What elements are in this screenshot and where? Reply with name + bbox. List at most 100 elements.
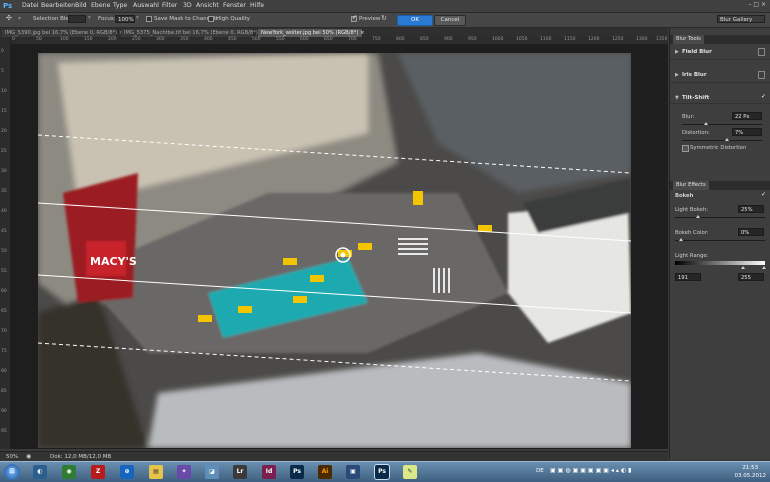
save-mask-checkbox[interactable]: [146, 16, 152, 22]
blur-value-field[interactable]: 22 Px: [732, 112, 762, 120]
menu-fenster[interactable]: Fenster: [223, 2, 246, 9]
menu-filter[interactable]: Filter: [162, 2, 177, 9]
menu-hilfe[interactable]: Hilfe: [250, 2, 264, 9]
status-info-icon[interactable]: ◉: [26, 453, 31, 460]
ruler-left-tick: 75: [1, 349, 7, 354]
ruler-left-tick: 15: [1, 109, 7, 114]
distortion-slider-thumb[interactable]: [725, 138, 729, 141]
focus-field[interactable]: 100%: [115, 15, 135, 23]
app-icon-3[interactable]: ◪: [205, 465, 219, 479]
photoshop-icon[interactable]: Ps: [290, 465, 304, 479]
filezilla-icon[interactable]: Z: [91, 465, 105, 479]
menu-type[interactable]: Type: [113, 2, 127, 9]
menu-3d[interactable]: 3D: [183, 2, 192, 9]
collapsed-triangle-icon: ▶: [675, 49, 679, 55]
menu-bild[interactable]: Bild: [75, 2, 87, 9]
ruler-top-tick: 1350: [656, 37, 668, 42]
ruler-top: 0 50 100 150 200 250 300 350 400 450 500…: [10, 37, 668, 45]
blur-tools-header: Blur Tools: [670, 35, 770, 44]
start-button-icon[interactable]: ⊞: [4, 464, 20, 480]
high-quality-checkbox[interactable]: [208, 16, 214, 22]
macys-sign-text: MACY'S: [90, 255, 137, 268]
app-icon-2[interactable]: ✦: [177, 465, 191, 479]
app-icon-1[interactable]: ◐: [33, 465, 47, 479]
field-blur-label: Field Blur: [682, 49, 712, 55]
language-indicator[interactable]: DE: [536, 468, 544, 474]
tab-newyork[interactable]: NewYork_wolter.jpg bei 50% (RGB/8*) ×: [258, 29, 364, 37]
bokeh-color-value-field[interactable]: 0%: [738, 228, 764, 236]
cancel-button[interactable]: Cancel: [434, 15, 466, 26]
light-bokeh-slider-thumb[interactable]: [696, 215, 700, 218]
focus-dropdown-icon[interactable]: ▾: [136, 15, 139, 21]
blur-slider-thumb[interactable]: [704, 122, 708, 125]
toggle-box-icon[interactable]: [758, 48, 765, 56]
bokeh-color-slider-thumb[interactable]: [679, 238, 683, 241]
distortion-value-field[interactable]: 7%: [732, 128, 762, 136]
app-icon-4[interactable]: ▣: [346, 465, 360, 479]
ok-button[interactable]: OK: [397, 15, 433, 26]
light-range-gradient[interactable]: [675, 261, 765, 265]
ruler-top-tick: 500: [252, 37, 261, 42]
light-bokeh-slider-track[interactable]: [675, 217, 765, 218]
enabled-check-icon[interactable]: ✓: [761, 93, 766, 100]
ruler-top-tick: 400: [204, 37, 213, 42]
zoom-level[interactable]: 50%: [6, 454, 18, 460]
selection-bleed-field[interactable]: [68, 15, 86, 23]
indesign-icon[interactable]: Id: [262, 465, 276, 479]
menu-auswahl[interactable]: Auswahl: [133, 2, 159, 9]
photoshop-active-icon[interactable]: Ps: [375, 465, 389, 479]
tool-dropdown-icon[interactable]: ▾: [18, 15, 21, 22]
light-range-min-field[interactable]: 191: [675, 273, 701, 281]
bokeh-color-label: Bokeh Color:: [675, 230, 709, 236]
window-controls[interactable]: – □ ×: [748, 1, 766, 8]
distortion-slider-track[interactable]: [682, 140, 762, 141]
lightroom-icon[interactable]: Lr: [233, 465, 247, 479]
blur-tool-icon[interactable]: ✣: [6, 14, 12, 22]
light-bokeh-value-field[interactable]: 25%: [738, 205, 764, 213]
bokeh-enabled-check-icon[interactable]: ✓: [761, 191, 766, 198]
light-range-max-thumb[interactable]: [762, 266, 766, 269]
ruler-top-tick: 1150: [564, 37, 576, 42]
blur-effects-tab[interactable]: Blur Effects: [673, 181, 709, 190]
ruler-left-tick: 0: [1, 49, 4, 54]
explorer-icon[interactable]: ▤: [149, 465, 163, 479]
blur-tools-tab[interactable]: Blur Tools: [673, 35, 704, 44]
preview-checkbox[interactable]: ✓: [351, 14, 357, 22]
tray-icons[interactable]: ▣▣◍▣▣▣▣▣◂▴◐▮: [550, 467, 633, 474]
symmetric-distortion-checkbox[interactable]: [682, 145, 689, 152]
ruler-top-tick: 550: [276, 37, 285, 42]
menu-bearbeiten[interactable]: Bearbeiten: [41, 2, 75, 9]
menu-bar: Ps Datei Bearbeiten Bild Ebene Type Ausw…: [0, 0, 770, 13]
workspace-select[interactable]: Blur Gallery: [717, 15, 765, 23]
menu-datei[interactable]: Datei: [22, 2, 39, 9]
tab-img-5390[interactable]: IMG_5390.jpg bei 16,7% (Ebene 0, RGB/8*)…: [2, 29, 123, 37]
taskbar-clock[interactable]: 21:53 03.05.2012: [735, 464, 767, 480]
city-photo[interactable]: MACY'S: [38, 53, 631, 448]
reset-pins-icon[interactable]: ↻: [381, 14, 387, 22]
menu-ebene[interactable]: Ebene: [91, 2, 110, 9]
blur-pin-center[interactable]: [340, 252, 346, 258]
ruler-top-tick: 0: [12, 37, 15, 42]
collapsed-triangle-icon: ▶: [675, 72, 679, 78]
menu-ansicht[interactable]: Ansicht: [196, 2, 219, 9]
blur-slider-track[interactable]: [682, 124, 762, 125]
light-range-label: Light Range:: [675, 253, 709, 259]
distortion-label: Distortion:: [682, 130, 710, 136]
selection-bleed-dropdown-icon[interactable]: ▾: [88, 15, 91, 21]
illustrator-icon[interactable]: Ai: [318, 465, 332, 479]
bokeh-color-slider-track[interactable]: [675, 240, 765, 241]
light-range-min-thumb[interactable]: [741, 266, 745, 269]
tab-img-5375[interactable]: IMG_5375_Nachtbe.tif bei 16,7% (Ebene 0,…: [121, 29, 264, 37]
network-icon[interactable]: ⊕: [120, 465, 134, 479]
notes-icon[interactable]: ✎: [403, 465, 417, 479]
ruler-top-tick: 800: [396, 37, 405, 42]
ruler-left-tick: 20: [1, 129, 7, 134]
symmetric-distortion-label: Symmetric Distortion: [690, 145, 747, 151]
iris-blur-row[interactable]: ▶ Iris Blur: [670, 68, 770, 83]
toggle-box-icon[interactable]: [758, 71, 765, 79]
tilt-shift-row[interactable]: ▼ Tilt-Shift ✓: [670, 91, 770, 104]
light-range-max-field[interactable]: 255: [738, 273, 764, 281]
ruler-top-tick: 650: [324, 37, 333, 42]
chrome-icon[interactable]: ◉: [62, 465, 76, 479]
field-blur-row[interactable]: ▶ Field Blur: [670, 45, 770, 60]
